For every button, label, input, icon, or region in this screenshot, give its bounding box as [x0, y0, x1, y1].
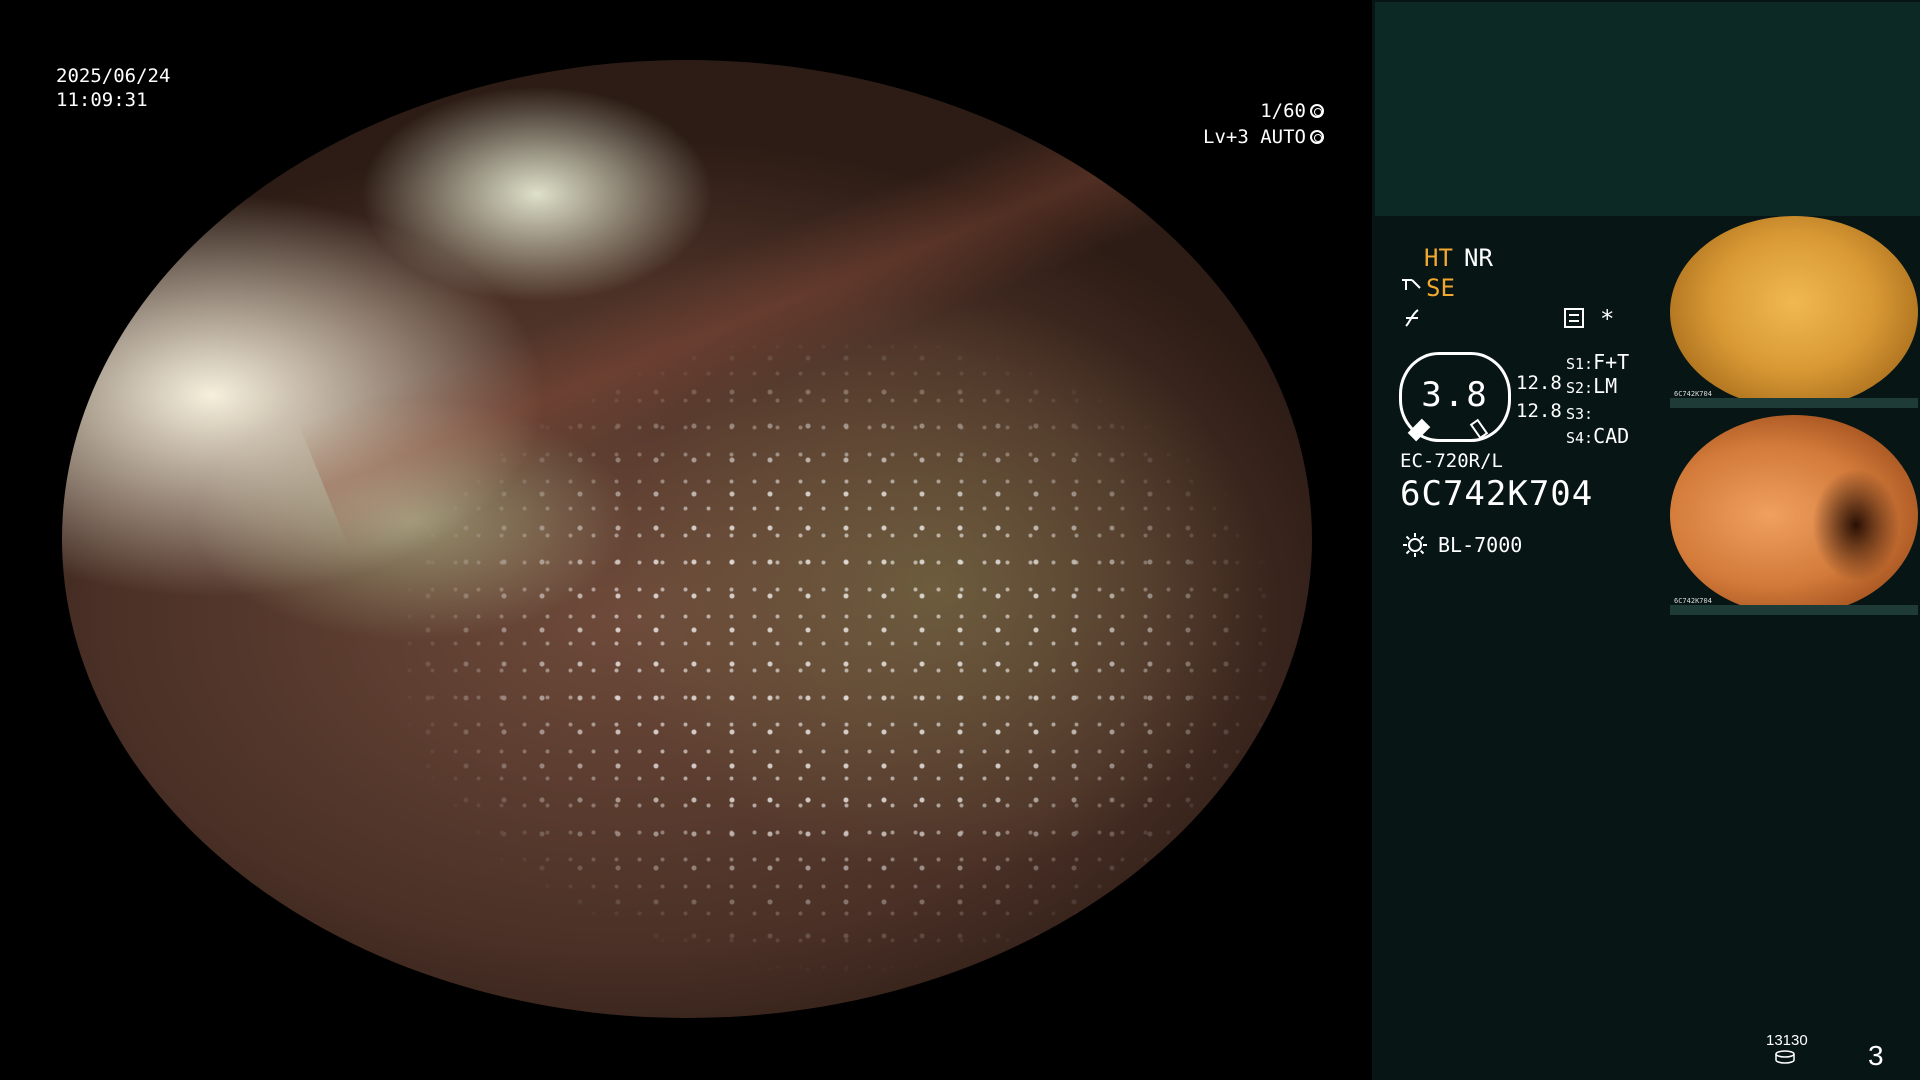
report-icon — [1564, 308, 1584, 328]
auto-iris-icon — [1310, 130, 1324, 144]
bubble-highlights — [62, 60, 1312, 1018]
scope-model: EC-720R/L — [1400, 450, 1503, 472]
endoscope-image — [62, 60, 1312, 1018]
shutter-text: 1/60 — [1260, 100, 1306, 122]
switch-value: LM — [1593, 374, 1618, 398]
structure-enhance-icon — [1402, 279, 1421, 290]
time-text: 11:09:31 — [56, 89, 148, 111]
gauge-reading-top: 12.8 — [1516, 372, 1562, 394]
switch-4: S4:CAD — [1566, 424, 1629, 448]
capture-thumbnail-2[interactable]: 6C742K704 — [1670, 415, 1918, 615]
switch-2: S2:LM — [1566, 374, 1617, 398]
thumbnail-image — [1670, 216, 1918, 408]
switch-label: S1: — [1566, 355, 1594, 373]
capture-thumbnail-1[interactable]: 6C742K704 — [1670, 216, 1918, 408]
storage-disk-icon — [1775, 1050, 1795, 1064]
asterisk-indicator: * — [1600, 305, 1615, 333]
thumbnail-caption: 6C742K704 — [1674, 390, 1712, 398]
storage-counter: 13130 — [1766, 1032, 1808, 1049]
shutter-row: 1/60 — [1203, 98, 1324, 124]
thumbnail-caption: 6C742K704 — [1674, 597, 1712, 605]
switch-label: S3: — [1566, 405, 1594, 423]
light-source-icon — [1403, 533, 1427, 557]
scope-serial: 6C742K704 — [1400, 474, 1594, 514]
date-time-display: 2025/06/24 11:09:31 — [56, 64, 170, 112]
date-text: 2025/06/24 — [56, 65, 171, 87]
exposure-display: 1/60 Lv+3 AUTO — [1203, 98, 1324, 150]
page-number: 3 — [1868, 1040, 1884, 1071]
thumbnail-image — [1670, 415, 1918, 615]
switch-label: S2: — [1566, 379, 1594, 397]
light-source-model: BL-7000 — [1438, 533, 1523, 557]
thumbnail-strip — [1670, 398, 1918, 408]
gauge-reading-bottom: 12.8 — [1516, 400, 1562, 422]
thumbnail-strip — [1670, 605, 1918, 615]
shutter-icon — [1310, 104, 1324, 118]
switch-1: S1:F+T — [1566, 350, 1629, 374]
switch-value: CAD — [1593, 424, 1630, 448]
freeze-icon — [1405, 309, 1419, 327]
ht-indicator: HT — [1424, 244, 1453, 272]
se-indicator: SE — [1426, 274, 1455, 302]
switch-label: S4: — [1566, 429, 1594, 447]
info-panel-header — [1375, 2, 1920, 216]
switch-value: F+T — [1593, 350, 1630, 374]
level-row: Lv+3 AUTO — [1203, 124, 1324, 150]
switch-3: S3: — [1566, 400, 1593, 424]
nr-indicator: NR — [1464, 244, 1493, 272]
endoscope-view-area — [0, 0, 1372, 1080]
zoom-gauge-value: 3.8 — [1421, 375, 1489, 415]
level-text: Lv+3 AUTO — [1203, 126, 1306, 148]
